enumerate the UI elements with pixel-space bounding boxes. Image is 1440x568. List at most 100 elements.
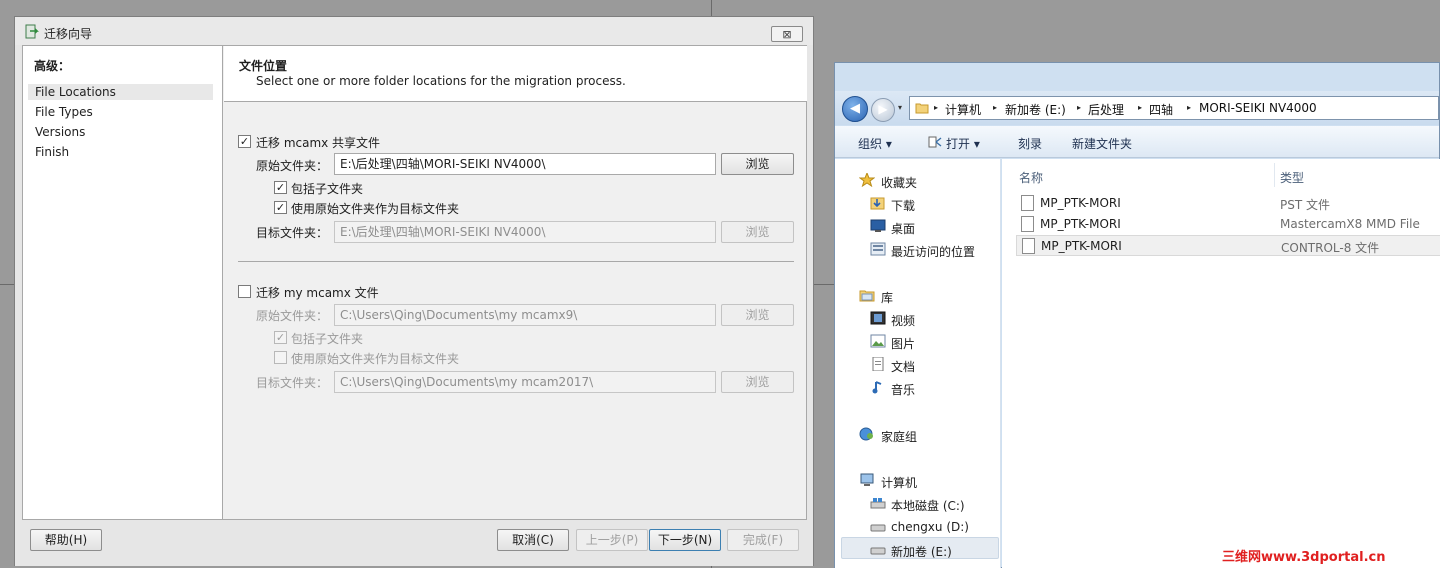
nav-item-versions[interactable]: Versions bbox=[28, 124, 213, 140]
library-icon bbox=[859, 290, 875, 302]
tree-music[interactable]: 音乐 bbox=[891, 381, 915, 398]
tree-libraries[interactable]: 库 bbox=[881, 289, 893, 306]
file-row[interactable]: MP_PTK-MORI PST 文件 bbox=[1016, 193, 1440, 214]
nav-item-finish[interactable]: Finish bbox=[28, 144, 213, 160]
migrate-shared-label: 迁移 mcamx 共享文件 bbox=[256, 136, 381, 150]
tree-pictures[interactable]: 图片 bbox=[891, 335, 915, 352]
back-button[interactable]: ◀ bbox=[842, 96, 868, 122]
next-button[interactable]: 下一步(N) bbox=[649, 529, 721, 551]
file-icon bbox=[1022, 238, 1035, 254]
file-row[interactable]: MP_PTK-MORI CONTROL-8 文件 bbox=[1016, 235, 1440, 256]
breadcrumb-separator-icon: ▸ bbox=[1138, 103, 1143, 112]
explorer-window: ◀ ▶ ▾ ▸ 计算机 ▸ 新加卷 (E:) ▸ 后处理 ▸ 四轴 ▸ MORI… bbox=[834, 62, 1440, 568]
desktop-divider bbox=[814, 284, 834, 285]
wizard-button-bar: 帮助(H) 取消(C) 上一步(P) 下一步(N) 完成(F) bbox=[15, 520, 813, 566]
migrate-my-checkbox[interactable] bbox=[238, 285, 251, 298]
breadcrumb-computer[interactable]: 计算机 bbox=[945, 101, 981, 118]
my-target-label: 目标文件夹： bbox=[256, 376, 329, 390]
tree-computer[interactable]: 计算机 bbox=[881, 474, 917, 491]
tree-videos[interactable]: 视频 bbox=[891, 312, 915, 329]
migration-wizard-dialog: 迁移向导 ⊠ 高级： File Locations File Types Ver… bbox=[14, 16, 814, 566]
homegroup-icon bbox=[859, 427, 873, 441]
folder-icon bbox=[915, 103, 929, 114]
page-title: 文件位置 bbox=[239, 59, 288, 73]
drive-c-icon bbox=[870, 498, 886, 509]
tree-documents[interactable]: 文档 bbox=[891, 358, 915, 375]
file-row[interactable]: MP_PTK-MORI MastercamX8 MMD File bbox=[1016, 214, 1440, 235]
tree-homegroup[interactable]: 家庭组 bbox=[881, 428, 917, 445]
file-type: PST 文件 bbox=[1280, 198, 1330, 212]
downloads-icon bbox=[870, 197, 885, 210]
forward-arrow-icon: ▶ bbox=[878, 102, 888, 116]
my-source-label: 原始文件夹： bbox=[256, 309, 329, 323]
documents-icon bbox=[872, 357, 884, 371]
my-source-field: C:\Users\Qing\Documents\my mcamx9\ bbox=[334, 304, 716, 326]
column-divider[interactable] bbox=[1274, 163, 1275, 187]
back-arrow-icon: ◀ bbox=[850, 101, 860, 116]
tree-drive-d[interactable]: chengxu (D:) bbox=[891, 520, 969, 534]
my-include-sub-label: 包括子文件夹 bbox=[291, 332, 364, 346]
address-bar[interactable]: ▸ 计算机 ▸ 新加卷 (E:) ▸ 后处理 ▸ 四轴 ▸ MORI-SEIKI… bbox=[909, 96, 1439, 120]
shared-target-label: 目标文件夹： bbox=[256, 226, 329, 240]
desktop-divider bbox=[0, 284, 14, 285]
organize-button[interactable]: 组织 ▾ bbox=[858, 135, 892, 152]
open-button[interactable]: 打开 ▾ bbox=[946, 135, 980, 152]
drive-e-icon bbox=[870, 547, 886, 555]
nav-item-file-types[interactable]: File Types bbox=[28, 104, 213, 120]
burn-button[interactable]: 刻录 bbox=[1018, 135, 1042, 152]
tree-drive-c[interactable]: 本地磁盘 (C:) bbox=[891, 497, 965, 514]
tree-recent-places[interactable]: 最近访问的位置 bbox=[891, 243, 975, 260]
shared-include-sub-label: 包括子文件夹 bbox=[291, 182, 364, 196]
tree-desktop[interactable]: 桌面 bbox=[891, 220, 915, 237]
my-target-field: C:\Users\Qing\Documents\my mcam2017\ bbox=[334, 371, 716, 393]
wizard-step-nav: 高级： File Locations File Types Versions F… bbox=[23, 46, 223, 519]
videos-icon bbox=[870, 311, 886, 325]
finish-button: 完成(F) bbox=[727, 529, 799, 551]
music-icon bbox=[872, 381, 882, 394]
tree-drive-e[interactable]: 新加卷 (E:) bbox=[891, 543, 952, 560]
drive-d-icon bbox=[870, 524, 886, 532]
migrate-shared-checkbox[interactable]: ✓ bbox=[238, 135, 251, 148]
cancel-button[interactable]: 取消(C) bbox=[497, 529, 569, 551]
desktop-icon bbox=[870, 219, 886, 232]
tree-favorites[interactable]: 收藏夹 bbox=[881, 174, 917, 191]
wizard-titlebar[interactable]: 迁移向导 ⊠ bbox=[15, 17, 813, 45]
shared-target-browse-button: 浏览 bbox=[721, 221, 794, 243]
wizard-title: 迁移向导 bbox=[44, 27, 93, 41]
tree-downloads[interactable]: 下载 bbox=[891, 197, 915, 214]
my-source-browse-button: 浏览 bbox=[721, 304, 794, 326]
close-button[interactable]: ⊠ bbox=[771, 26, 803, 42]
forward-button[interactable]: ▶ bbox=[871, 98, 895, 122]
shared-use-source-checkbox[interactable]: ✓ bbox=[274, 201, 287, 214]
file-icon bbox=[1021, 195, 1034, 211]
group-separator bbox=[238, 261, 794, 262]
column-header-type[interactable]: 类型 bbox=[1280, 169, 1304, 186]
shared-include-sub-checkbox[interactable]: ✓ bbox=[274, 181, 287, 194]
history-dropdown-icon[interactable]: ▾ bbox=[898, 103, 902, 112]
close-icon: ⊠ bbox=[782, 27, 792, 41]
nav-item-file-locations[interactable]: File Locations bbox=[28, 84, 213, 100]
column-header-name[interactable]: 名称 bbox=[1019, 169, 1043, 186]
shared-source-browse-button[interactable]: 浏览 bbox=[721, 153, 794, 175]
breadcrumb-current-folder[interactable]: MORI-SEIKI NV4000 bbox=[1199, 101, 1317, 115]
file-name: MP_PTK-MORI bbox=[1040, 196, 1121, 210]
navigation-pane: 收藏夹 下载 桌面 最近访问的位置 库 视频 图片 文档 音乐 家庭组 计算机 … bbox=[835, 159, 1001, 568]
content-header: 文件位置 Select one or more folder locations… bbox=[224, 46, 807, 102]
my-include-sub-checkbox: ✓ bbox=[274, 331, 287, 344]
wizard-body: 高级： File Locations File Types Versions F… bbox=[22, 45, 807, 520]
my-use-source-label: 使用原始文件夹作为目标文件夹 bbox=[291, 352, 460, 366]
breadcrumb-volume-e[interactable]: 新加卷 (E:) bbox=[1005, 101, 1066, 118]
breadcrumb-postprocess[interactable]: 后处理 bbox=[1088, 101, 1124, 118]
breadcrumb-separator-icon: ▸ bbox=[934, 103, 939, 112]
shared-target-field: E:\后处理\四轴\MORI-SEIKI NV4000\ bbox=[334, 221, 716, 243]
my-target-browse-button: 浏览 bbox=[721, 371, 794, 393]
desktop-divider bbox=[711, 0, 712, 16]
shared-source-field[interactable]: E:\后处理\四轴\MORI-SEIKI NV4000\ bbox=[334, 153, 716, 175]
site-watermark: 三维网www.3dportal.cn bbox=[1222, 550, 1386, 565]
help-button[interactable]: 帮助(H) bbox=[30, 529, 102, 551]
address-bar-area: ◀ ▶ ▾ ▸ 计算机 ▸ 新加卷 (E:) ▸ 后处理 ▸ 四轴 ▸ MORI… bbox=[835, 91, 1439, 125]
new-folder-button[interactable]: 新建文件夹 bbox=[1072, 135, 1132, 152]
file-icon bbox=[1021, 216, 1034, 232]
breadcrumb-separator-icon: ▸ bbox=[1187, 103, 1192, 112]
breadcrumb-four-axis[interactable]: 四轴 bbox=[1149, 101, 1173, 118]
